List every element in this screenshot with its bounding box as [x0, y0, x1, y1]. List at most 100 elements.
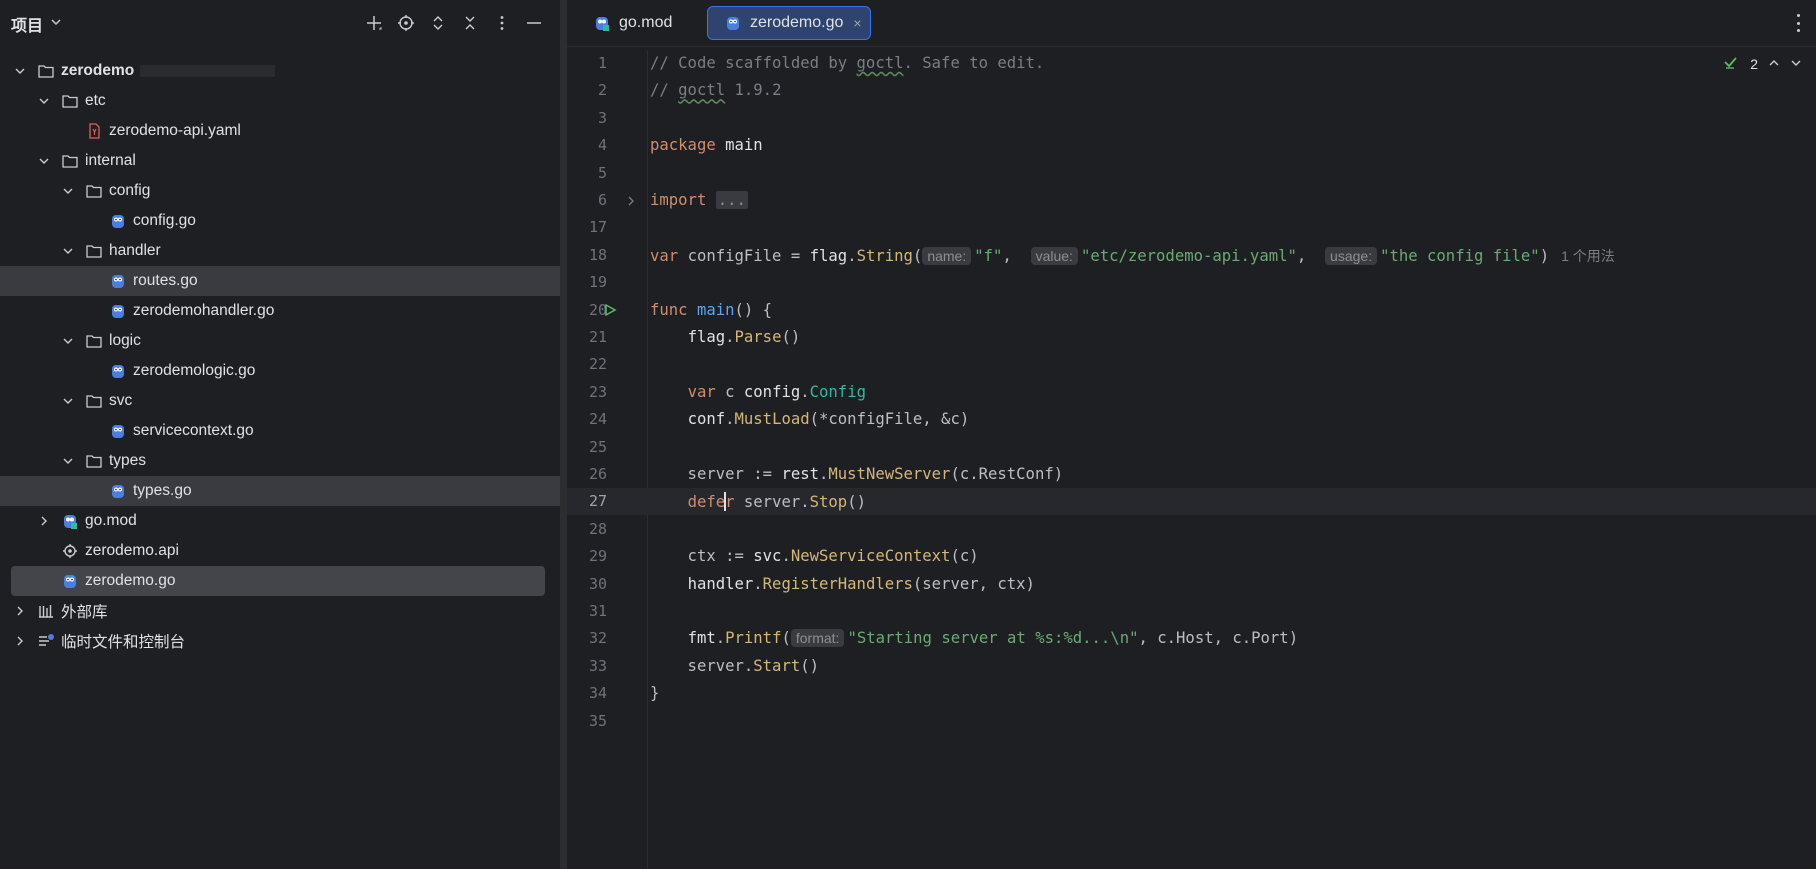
code-line[interactable]: 23 var c config.Config: [567, 379, 1816, 406]
code-line[interactable]: 4 package main: [567, 132, 1816, 159]
line-number[interactable]: 21: [567, 328, 607, 346]
tree-item-config[interactable]: config: [0, 176, 560, 206]
tab-go-mod[interactable]: go.mod: [577, 6, 672, 40]
expand-all-icon[interactable]: [426, 11, 450, 35]
code-line[interactable]: 31: [567, 598, 1816, 625]
close-icon[interactable]: ×: [853, 15, 861, 31]
hide-icon[interactable]: [522, 11, 546, 35]
line-number[interactable]: 22: [567, 355, 607, 373]
more-icon[interactable]: [490, 11, 514, 35]
chevron-down-icon[interactable]: [61, 454, 75, 468]
run-icon[interactable]: [603, 303, 617, 317]
line-number[interactable]: 1: [567, 54, 607, 72]
tree-item-label: types: [109, 452, 147, 469]
tree-item-logic[interactable]: logic: [0, 326, 560, 356]
chevron-right-icon[interactable]: [13, 634, 27, 648]
chevron-down-icon[interactable]: [37, 94, 51, 108]
code-line[interactable]: 21 flag.Parse(): [567, 324, 1816, 351]
line-number[interactable]: 34: [567, 684, 607, 702]
line-number[interactable]: 26: [567, 465, 607, 483]
line-number[interactable]: 27: [567, 492, 607, 510]
code-line[interactable]: 2 // goctl 1.9.2: [567, 77, 1816, 104]
code-line[interactable]: 26 server := rest.MustNewServer(c.RestCo…: [567, 461, 1816, 488]
code-line[interactable]: 29 ctx := svc.NewServiceContext(c): [567, 543, 1816, 570]
line-number[interactable]: 35: [567, 712, 607, 730]
code-line[interactable]: 34}: [567, 680, 1816, 707]
code-line[interactable]: 35: [567, 708, 1816, 735]
tree-item-scratches[interactable]: 临时文件和控制台: [0, 626, 560, 656]
code-line[interactable]: 25: [567, 434, 1816, 461]
tree-item-config-go[interactable]: config.go: [0, 206, 560, 236]
project-panel-title[interactable]: 项目: [11, 12, 43, 36]
line-number[interactable]: 19: [567, 273, 607, 291]
chevron-down-icon[interactable]: [37, 154, 51, 168]
code-line[interactable]: 27 defer server.Stop(): [567, 488, 1816, 516]
collapse-all-icon[interactable]: [458, 11, 482, 35]
code-line[interactable]: 30 handler.RegisterHandlers(server, ctx): [567, 571, 1816, 598]
chevron-down-icon[interactable]: [61, 244, 75, 258]
line-number[interactable]: 6: [567, 191, 607, 209]
chevron-right-icon[interactable]: [37, 514, 51, 528]
line-number[interactable]: 33: [567, 657, 607, 675]
tree-item-routes-go[interactable]: routes.go: [0, 266, 560, 296]
tree-item-etc[interactable]: etc: [0, 86, 560, 116]
usage-hint[interactable]: 1 个用法: [1561, 248, 1615, 264]
tree-item-zerodemohandler-go[interactable]: zerodemohandler.go: [0, 296, 560, 326]
code-line[interactable]: 22: [567, 351, 1816, 378]
code-area[interactable]: 1// Code scaffolded by goctl. Safe to ed…: [567, 50, 1816, 869]
line-number[interactable]: 3: [567, 109, 607, 127]
line-number[interactable]: 31: [567, 602, 607, 620]
tree-item-zerodemo-go[interactable]: zerodemo.go: [11, 566, 545, 596]
line-number[interactable]: 18: [567, 246, 607, 264]
chevron-down-icon[interactable]: [50, 16, 62, 28]
line-number[interactable]: 30: [567, 575, 607, 593]
code-line[interactable]: 1 // Code scaffolded by goctl. Safe to ed…: [567, 50, 1816, 77]
tree-item-zerodemo-api-yaml[interactable]: zerodemo-api.yaml: [0, 116, 560, 146]
code-line[interactable]: 28: [567, 516, 1816, 543]
panel-splitter[interactable]: [560, 0, 567, 869]
code-line[interactable]: 24 conf.MustLoad(*configFile, &c): [567, 406, 1816, 433]
chevron-down-icon[interactable]: [61, 184, 75, 198]
code-line[interactable]: 32 fmt.Printf(format: "Starting server at…: [567, 625, 1816, 652]
line-number[interactable]: 23: [567, 383, 607, 401]
tree-item-zerodemologic-go[interactable]: zerodemologic.go: [0, 356, 560, 386]
tree-item-external-libraries[interactable]: 外部库: [0, 596, 560, 626]
line-number[interactable]: 2: [567, 81, 607, 99]
line-number[interactable]: 24: [567, 410, 607, 428]
tree-item-types-go[interactable]: types.go: [0, 476, 560, 506]
code-line[interactable]: 3: [567, 105, 1816, 132]
code-line[interactable]: 19: [567, 269, 1816, 296]
line-number[interactable]: 4: [567, 136, 607, 154]
chevron-down-icon[interactable]: [61, 334, 75, 348]
code-line[interactable]: 5: [567, 160, 1816, 187]
code-line[interactable]: 17: [567, 214, 1816, 241]
chevron-down-icon[interactable]: [61, 394, 75, 408]
code-line[interactable]: 18 var configFile = flag.String(name: "f",…: [567, 242, 1816, 269]
add-icon[interactable]: [362, 11, 386, 35]
tree-item-types[interactable]: types: [0, 446, 560, 476]
chevron-down-icon[interactable]: [13, 64, 27, 78]
line-number[interactable]: 20: [567, 301, 607, 319]
locate-icon[interactable]: [394, 11, 418, 35]
line-number[interactable]: 25: [567, 438, 607, 456]
line-number[interactable]: 32: [567, 629, 607, 647]
tree-item-handler[interactable]: handler: [0, 236, 560, 266]
line-number[interactable]: 17: [567, 218, 607, 236]
code-line[interactable]: 20 func main() {: [567, 297, 1816, 324]
code-line[interactable]: 6 import ...: [567, 187, 1816, 214]
tree-item-zerodemo[interactable]: zerodemo: [0, 56, 560, 86]
tree-item-internal[interactable]: internal: [0, 146, 560, 176]
line-number[interactable]: 29: [567, 547, 607, 565]
code-line[interactable]: 33 server.Start(): [567, 653, 1816, 680]
chevron-right-icon[interactable]: [13, 604, 27, 618]
tree-item-svc[interactable]: svc: [0, 386, 560, 416]
folded-region[interactable]: ...: [715, 191, 748, 209]
line-number[interactable]: 5: [567, 164, 607, 182]
line-number[interactable]: 28: [567, 520, 607, 538]
tab-zerodemo-go[interactable]: zerodemo.go ×: [707, 6, 871, 40]
tree-item-go-mod[interactable]: go.mod: [0, 506, 560, 536]
fold-expand-icon[interactable]: [625, 195, 637, 207]
tab-more-icon[interactable]: [1792, 12, 1804, 34]
tree-item-zerodemo-api[interactable]: zerodemo.api: [0, 536, 560, 566]
tree-item-servicecontext-go[interactable]: servicecontext.go: [0, 416, 560, 446]
